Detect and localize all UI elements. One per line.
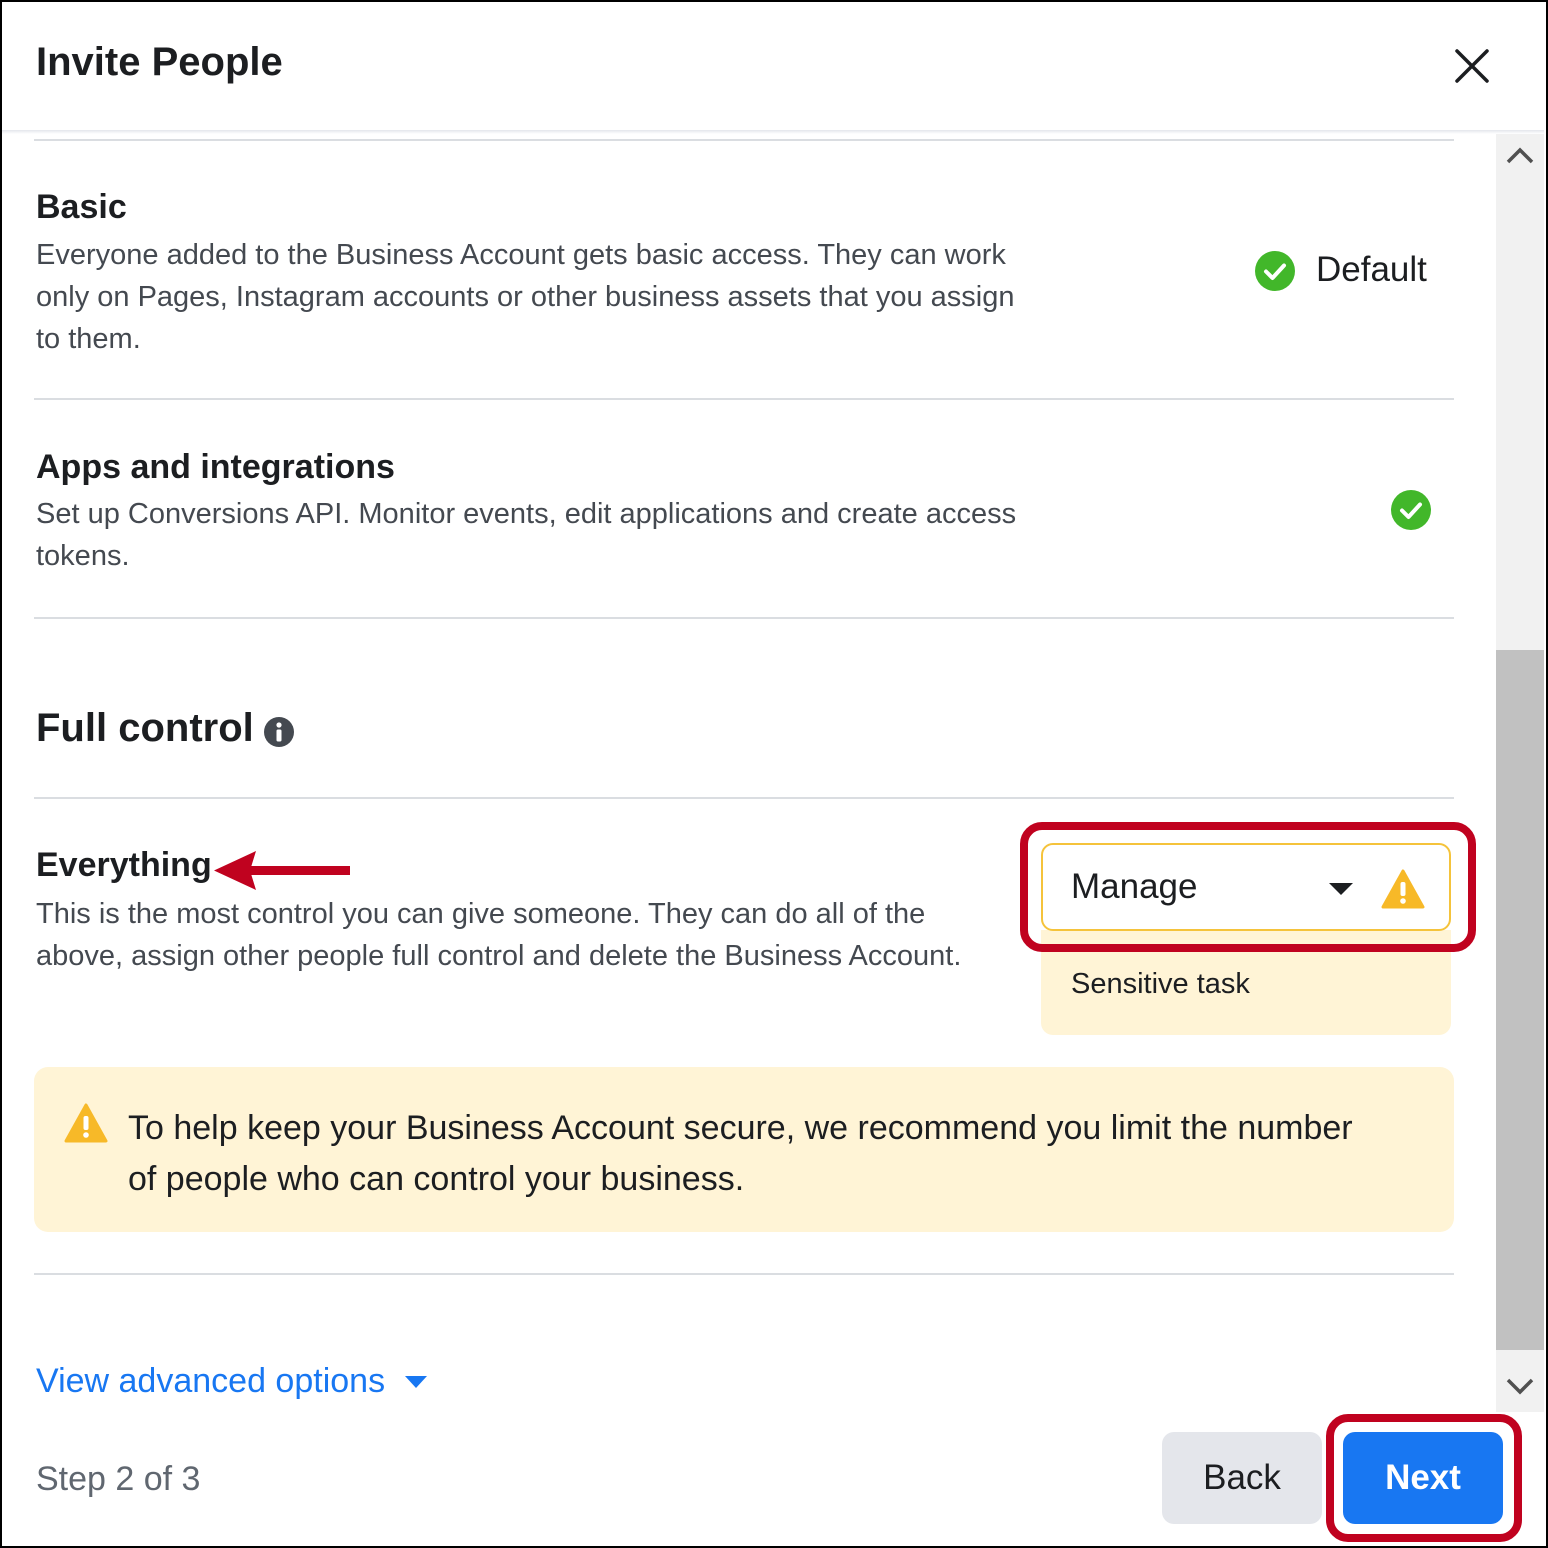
caret-down-icon (405, 1375, 428, 1388)
basic-description: Everyone added to the Business Account g… (36, 239, 1015, 355)
scrollbar-thumb[interactable] (1496, 650, 1544, 1350)
basic-status (1254, 250, 1296, 297)
info-icon (264, 717, 294, 747)
close-button[interactable] (1448, 42, 1496, 90)
check-circle-icon (1255, 251, 1295, 291)
everything-title: Everything (36, 846, 212, 884)
divider (34, 617, 1454, 619)
header-divider (2, 130, 1544, 134)
sensitive-task-panel: Sensitive task (1041, 930, 1451, 1035)
divider (34, 1273, 1454, 1275)
apps-title: Apps and integrations (36, 448, 395, 486)
scroll-down-button[interactable] (1504, 1372, 1536, 1405)
dialog-title: Invite People (36, 40, 283, 84)
alert-text: To help keep your Business Account secur… (128, 1109, 1353, 1198)
close-icon (1455, 49, 1489, 83)
apps-status (1390, 489, 1432, 536)
advanced-options-label: View advanced options (36, 1362, 386, 1400)
apps-description: Set up Conversions API. Monitor events, … (36, 498, 1017, 572)
sensitive-task-label: Sensitive task (1071, 968, 1250, 1000)
permission-select-value: Manage (1071, 867, 1198, 906)
step-indicator: Step 2 of 3 (36, 1460, 201, 1498)
default-label: Default (1316, 250, 1427, 289)
security-alert: To help keep your Business Account secur… (34, 1067, 1454, 1232)
full-control-title: Full control (36, 706, 254, 750)
check-circle-icon (1391, 490, 1431, 530)
annotation-arrow (212, 850, 352, 897)
everything-description: This is the most control you can give so… (36, 898, 962, 972)
next-button[interactable]: Next (1343, 1432, 1503, 1524)
warning-icon (1381, 869, 1425, 909)
view-advanced-options-link[interactable]: View advanced options (36, 1362, 429, 1401)
permission-select[interactable]: Manage (1041, 843, 1451, 931)
scroll-up-button[interactable] (1504, 142, 1536, 175)
info-button[interactable] (263, 716, 295, 753)
chevron-up-icon (1506, 147, 1534, 164)
basic-title: Basic (36, 188, 127, 226)
back-button[interactable]: Back (1162, 1432, 1322, 1524)
chevron-down-icon (1506, 1378, 1534, 1395)
caret-down-icon (1329, 883, 1353, 895)
divider (34, 797, 1454, 799)
divider (34, 139, 1454, 141)
divider (34, 398, 1454, 400)
dialog-frame (0, 0, 1548, 1548)
warning-icon (64, 1103, 108, 1143)
